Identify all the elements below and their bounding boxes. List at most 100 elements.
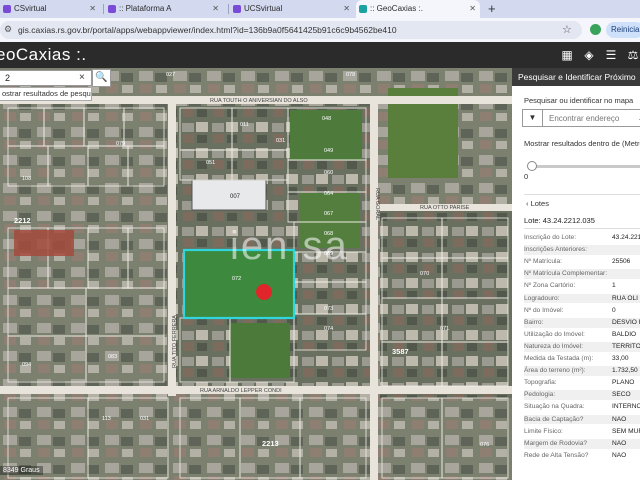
lot-label: 076 (480, 442, 489, 448)
attribute-row: Pedologia: SECO (524, 390, 640, 401)
distance-label: Mostrar resultados dentro de (Metros) (524, 139, 640, 148)
favicon-icon (233, 5, 241, 13)
close-icon[interactable]: ✕ (89, 0, 96, 18)
attribute-value: 0 (612, 306, 616, 314)
attribute-row: Logradouro: RUA OLI (524, 293, 640, 304)
attribute-label: Topografia: (524, 379, 557, 387)
green-area (230, 323, 290, 378)
watermark-text: ien sa (230, 224, 349, 268)
attribute-value: 1.732,50 (612, 367, 638, 375)
app-header: eoCaxias :. ▦ ◈ ☰ ⚖ (0, 42, 640, 68)
attribute-row: Situação na Quadra: INTERNO (524, 402, 640, 412)
attribute-label: Nº Matrícula: (524, 258, 562, 266)
attribute-row: Nº do Imóvel: 0 (524, 306, 640, 316)
lot-label: 113 (102, 416, 111, 422)
lot-label: 108 (22, 176, 31, 182)
tab-label: CSvirtual (14, 4, 47, 13)
tab-label: UCSvirtual (244, 4, 283, 13)
panel-header: Pesquisar e Identificar Próximo (512, 68, 640, 86)
list-icon[interactable]: ☰ (604, 48, 618, 62)
attribute-label: Pedologia: (524, 391, 556, 399)
search-suggestion[interactable]: ostrar resultados de pesquis... (0, 87, 92, 101)
browser-tab[interactable]: :: Plataforma A ✕ (105, 0, 223, 18)
distance-slider-track[interactable] (530, 165, 640, 168)
grid-icon[interactable]: ▦ (560, 48, 574, 62)
divider (524, 228, 640, 229)
close-icon[interactable]: ✕ (469, 0, 476, 18)
block-label: 3587 (392, 347, 409, 356)
attribute-value: SEM MUR (612, 427, 640, 435)
search-button[interactable]: 🔍 (92, 69, 111, 87)
attribute-label: Bairro: (524, 318, 544, 326)
chevron-down-icon[interactable]: ▼ (523, 110, 543, 126)
app-title: eoCaxias :. (0, 45, 87, 64)
measure-icon[interactable]: ⚖ (626, 48, 640, 62)
attribute-value: 1 (612, 282, 616, 290)
street-label: RUA TOUTH O ANIVERSIAN DO ALSO (210, 98, 308, 104)
layers-icon[interactable]: ◈ (582, 48, 596, 62)
close-icon[interactable]: ✕ (212, 0, 219, 18)
attribute-label: Natureza do Imóvel: (524, 342, 584, 350)
block-label: 2212 (14, 216, 31, 225)
tab-label: :: Plataforma A (119, 4, 172, 13)
identify-panel: Pesquisar e Identificar Próximo Pesquisa… (512, 68, 640, 480)
attribute-row: Nº Matrícula: 25506 (524, 257, 640, 267)
attribute-label: Área do terreno (m²): (524, 367, 586, 375)
distance-slider-handle[interactable] (527, 161, 537, 171)
restart-button[interactable]: Reinicia (606, 22, 640, 38)
attribute-label: Inscrição do Lote: (524, 234, 577, 241)
lot-label: 072 (232, 276, 241, 282)
distance-value: 0 (524, 172, 529, 181)
attribute-row: Rede de Alta Tensão? NAO (524, 451, 640, 461)
attribute-value: 43.24.221 (612, 234, 640, 241)
attribute-value: PLANO (612, 379, 635, 387)
attribute-row: Bacia de Captação? NAO (524, 414, 640, 425)
tab-separator (228, 4, 229, 14)
lot-label: 094 (22, 362, 31, 368)
new-tab-button[interactable]: + (488, 1, 496, 16)
bookmark-star-icon[interactable]: ☆ (562, 23, 572, 36)
browser-tab-strip: CSvirtual ✕ :: Plataforma A ✕ UCSvirtual… (0, 0, 640, 18)
lot-label: 060 (324, 170, 333, 176)
street-label: RUA TITO FERRERA (172, 315, 178, 368)
lot-label: 070 (420, 271, 429, 277)
attribute-value: NAO (612, 451, 627, 459)
attribute-label: Margem de Rodovia? (524, 439, 588, 447)
attribute-row: Inscrição do Lote: 43.24.221 (524, 233, 640, 243)
lot-label: 078 (346, 72, 355, 78)
lot-label: 031 (276, 138, 285, 144)
lote-id: Lote: 43.24.2212.035 (524, 216, 595, 225)
attribute-value: SECO (612, 391, 631, 399)
lot-label: 071 (440, 326, 449, 332)
attribute-row: Utilização do Imóvel: BALDIO (524, 330, 640, 340)
aerial-map: RUA TOUTH O ANIVERSIAN DO ALSO RUA TITO … (0, 68, 512, 480)
divider (524, 194, 640, 195)
browser-tab[interactable]: CSvirtual ✕ (0, 0, 100, 18)
attribute-label: Nº Zona Cartório: (524, 282, 576, 290)
site-info-icon[interactable]: ⚙ (4, 24, 15, 35)
attribute-value: BALDIO (612, 330, 637, 338)
profile-avatar[interactable] (590, 24, 601, 35)
lot-label: 067 (324, 211, 333, 217)
attribute-value: NAO (612, 439, 627, 447)
map-view[interactable]: RUA TOUTH O ANIVERSIAN DO ALSO RUA TITO … (0, 68, 512, 480)
browser-toolbar: ⚙ gis.caxias.rs.gov.br/portal/apps/webap… (0, 18, 640, 42)
url-bar[interactable]: ⚙ gis.caxias.rs.gov.br/portal/apps/webap… (0, 21, 582, 39)
back-to-lotes-link[interactable]: ‹ Lotes (526, 199, 549, 208)
browser-tab[interactable]: UCSvirtual ✕ (230, 0, 354, 18)
building-label: 007 (230, 194, 241, 200)
panel-title: Pesquisar e Identificar Próximo (518, 72, 636, 82)
attribute-value: TERRITOR (612, 342, 640, 350)
clear-icon[interactable]: × (79, 72, 85, 83)
address-search-input[interactable]: ▼ Encontrar endereço ⌕ (522, 109, 640, 127)
street-label: RUA OTTO PARISE (420, 205, 470, 211)
attribute-label: Situação na Quadra: (524, 403, 585, 411)
favicon-icon (359, 5, 367, 13)
map-search-input[interactable]: 2 × (0, 70, 92, 86)
lot-label: 011 (240, 122, 249, 128)
favicon-icon (108, 5, 116, 13)
search-prompt: Pesquisar ou identificar no mapa (524, 96, 634, 105)
browser-tab-active[interactable]: :: GeoCaxias :. ✕ (356, 0, 480, 18)
attribute-label: Medida da Testada (m): (524, 355, 594, 362)
close-icon[interactable]: ✕ (343, 0, 350, 18)
